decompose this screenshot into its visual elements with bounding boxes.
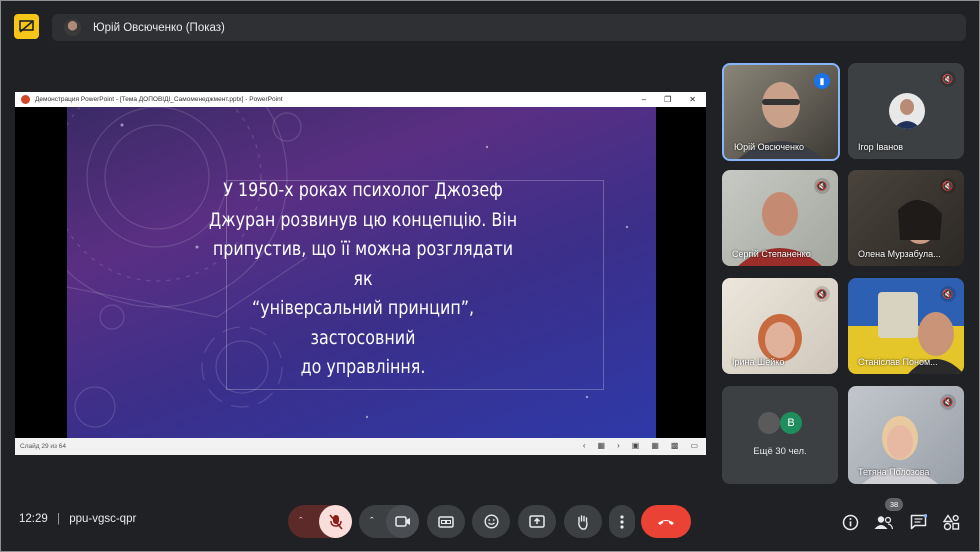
prev-slide-icon: ‹: [582, 441, 586, 450]
participant-tile[interactable]: ▮ Юрій Овсюченко: [722, 63, 840, 161]
present-screen-icon: [529, 515, 545, 528]
reading-view-icon: ▩: [670, 441, 679, 450]
captions-button[interactable]: [427, 505, 465, 538]
participant-name: Ірина Шейко: [732, 357, 785, 367]
powerpoint-window-title: Демонстрация PowerPoint - [Тема ДОПОВІДІ…: [35, 96, 283, 103]
shared-screen: Демонстрация PowerPoint - [Тема ДОПОВІДІ…: [15, 92, 706, 455]
slide-line: Джуран розвинув цю концепцію. Він: [208, 209, 518, 231]
participant-name: Юрій Овсюченко: [734, 142, 805, 152]
mic-off-icon: 🔇: [940, 178, 956, 194]
end-call-button[interactable]: [641, 505, 691, 538]
mic-off-icon: 🔇: [940, 71, 956, 87]
participant-tile[interactable]: 🔇 Сергій Степаненко: [722, 170, 838, 266]
more-vert-icon: [620, 514, 624, 529]
powerpoint-titlebar: Демонстрация PowerPoint - [Тема ДОПОВІДІ…: [15, 92, 706, 107]
participant-tile[interactable]: 🔇 Станіслав Поном...: [848, 278, 964, 374]
separator: |: [56, 513, 60, 525]
avatar: [889, 93, 925, 129]
mic-off-icon: 🔇: [814, 178, 830, 194]
slide-line: “універсальний принцип”, застосовний: [251, 298, 475, 349]
clock: 12:29: [19, 513, 48, 525]
mic-control[interactable]: ˆ: [288, 505, 352, 538]
meeting-details-button[interactable]: [840, 512, 860, 532]
chevron-up-icon[interactable]: ˆ: [370, 516, 374, 528]
participant-name: Ігор Іванов: [858, 142, 904, 152]
emoji-icon: [483, 514, 499, 529]
presenter-avatar: [64, 19, 81, 36]
hang-up-icon: [658, 519, 674, 525]
participant-name: Станіслав Поном...: [858, 357, 938, 367]
raise-hand-button[interactable]: [564, 505, 602, 538]
sorter-view-icon: ▦: [651, 441, 659, 450]
info-icon: [842, 514, 858, 530]
participant-name: Тетяна Полозова: [858, 467, 930, 477]
camera-icon: [394, 516, 410, 527]
participant-tile[interactable]: 🔇 Ігор Іванов: [848, 63, 964, 159]
mic-off-icon: 🔇: [940, 394, 956, 410]
slide-counter: Слайд 29 из 64: [20, 443, 67, 450]
close-icon: ✕: [689, 95, 696, 104]
normal-view-icon: ▣: [631, 441, 640, 450]
powerpoint-icon: [21, 95, 30, 104]
present-button[interactable]: [518, 505, 556, 538]
restore-icon: ❐: [664, 95, 672, 104]
participant-tile[interactable]: 🔇 Ірина Шейко: [722, 278, 838, 374]
mic-off-icon: 🔇: [814, 286, 830, 302]
people-count-badge: 38: [885, 498, 903, 511]
chat-icon: [910, 514, 927, 530]
presenter-bar[interactable]: Юрій Овсюченко (Показ): [52, 14, 966, 41]
slideshow-icon: ▭: [690, 441, 698, 450]
next-slide-icon: ›: [617, 441, 620, 450]
slide-line: до управління.: [300, 357, 426, 378]
slide-grid-icon: ▦: [597, 441, 606, 450]
mic-off-icon: [328, 513, 343, 530]
meeting-info: 12:29 | ppu-vgsc-qpr: [19, 513, 136, 525]
reactions-button[interactable]: [472, 505, 510, 538]
meeting-code: ppu-vgsc-qpr: [69, 513, 137, 525]
presentation-icon[interactable]: [14, 14, 39, 39]
avatar-image: [893, 99, 921, 129]
minimize-icon: –: [641, 95, 647, 104]
speaking-indicator-icon: ▮: [814, 73, 830, 89]
captions-icon: [438, 515, 454, 528]
more-options-button[interactable]: [609, 505, 635, 538]
more-participants-label: Ещё 30 чел.: [753, 446, 807, 457]
camera-button[interactable]: [386, 505, 419, 538]
slide-line: У 1950-х роках психолог Джозеф: [223, 180, 503, 201]
participant-tile[interactable]: 🔇 Тетяна Полозова: [848, 386, 964, 484]
camera-control[interactable]: ˆ: [359, 505, 419, 538]
slide-text: У 1950-х роках психолог Джозеф Джуран ро…: [201, 176, 524, 383]
activities-icon: [942, 513, 959, 530]
participant-name: Сергій Степаненко: [732, 249, 811, 259]
powerpoint-statusbar: Слайд 29 из 64 ‹ ▦ › ▣ ▦ ▩ ▭: [15, 438, 706, 455]
slide-line: припустив, що її можна розглядати як: [212, 239, 514, 290]
avatar: В: [780, 412, 802, 434]
activities-button[interactable]: [941, 512, 961, 532]
people-button[interactable]: [873, 512, 893, 532]
mic-off-button[interactable]: [319, 505, 352, 538]
participant-name: Олена Мурзабула...: [858, 249, 941, 259]
more-participants-tile[interactable]: В Ещё 30 чел.: [722, 386, 838, 484]
chat-button[interactable]: [908, 512, 928, 532]
avatar: [758, 412, 780, 434]
mic-off-icon: 🔇: [940, 286, 956, 302]
participant-tile[interactable]: 🔇 Олена Мурзабула...: [848, 170, 964, 266]
people-icon: [874, 515, 893, 529]
hand-icon: [578, 514, 588, 530]
chevron-up-icon[interactable]: ˆ: [299, 516, 303, 528]
presenter-title: Юрій Овсюченко (Показ): [93, 21, 225, 34]
